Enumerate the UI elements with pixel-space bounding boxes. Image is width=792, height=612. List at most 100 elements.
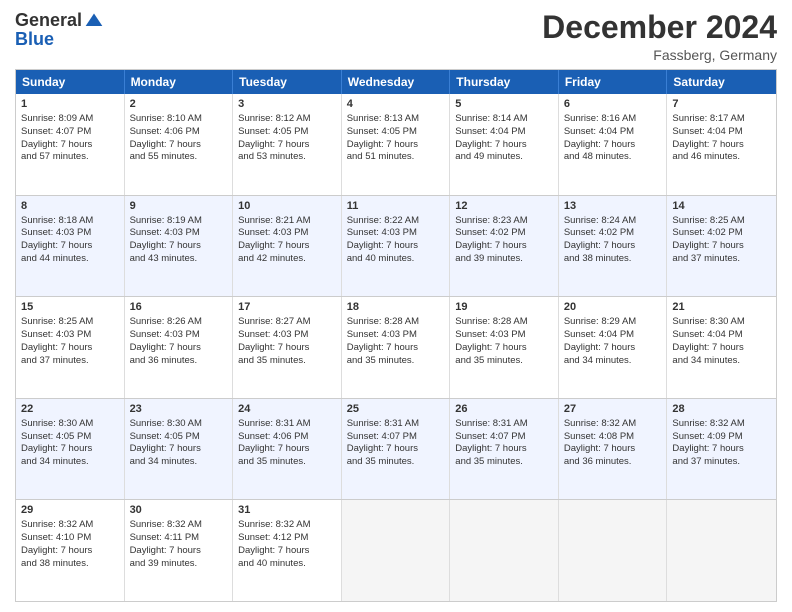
calendar-cell: 29Sunrise: 8:32 AMSunset: 4:10 PMDayligh… bbox=[16, 500, 125, 601]
day-number: 22 bbox=[21, 402, 119, 417]
day-number: 6 bbox=[564, 97, 662, 112]
calendar-cell: 12Sunrise: 8:23 AMSunset: 4:02 PMDayligh… bbox=[450, 196, 559, 297]
calendar-cell: 21Sunrise: 8:30 AMSunset: 4:04 PMDayligh… bbox=[667, 297, 776, 398]
day-info: Sunset: 4:06 PM bbox=[238, 431, 336, 444]
day-info: and 53 minutes. bbox=[238, 151, 336, 164]
day-info: Sunset: 4:11 PM bbox=[130, 532, 228, 545]
day-info: Sunset: 4:03 PM bbox=[347, 227, 445, 240]
day-info: Sunset: 4:03 PM bbox=[238, 329, 336, 342]
calendar-body: 1Sunrise: 8:09 AMSunset: 4:07 PMDaylight… bbox=[16, 94, 776, 601]
day-info: Daylight: 7 hours bbox=[455, 139, 553, 152]
day-info: Sunset: 4:02 PM bbox=[564, 227, 662, 240]
day-info: Daylight: 7 hours bbox=[564, 139, 662, 152]
day-info: Sunrise: 8:30 AM bbox=[672, 316, 771, 329]
day-number: 29 bbox=[21, 503, 119, 518]
day-info: Sunrise: 8:10 AM bbox=[130, 113, 228, 126]
day-info: Sunset: 4:05 PM bbox=[130, 431, 228, 444]
calendar-cell: 26Sunrise: 8:31 AMSunset: 4:07 PMDayligh… bbox=[450, 399, 559, 500]
day-info: Daylight: 7 hours bbox=[455, 443, 553, 456]
day-info: Sunset: 4:02 PM bbox=[455, 227, 553, 240]
day-info: Sunrise: 8:19 AM bbox=[130, 215, 228, 228]
day-info: Sunrise: 8:32 AM bbox=[564, 418, 662, 431]
day-info: Sunrise: 8:31 AM bbox=[347, 418, 445, 431]
day-number: 16 bbox=[130, 300, 228, 315]
day-info: Sunrise: 8:22 AM bbox=[347, 215, 445, 228]
day-info: Sunrise: 8:30 AM bbox=[21, 418, 119, 431]
day-info: Sunset: 4:03 PM bbox=[130, 227, 228, 240]
day-info: Sunrise: 8:25 AM bbox=[21, 316, 119, 329]
day-number: 1 bbox=[21, 97, 119, 112]
day-info: Sunset: 4:12 PM bbox=[238, 532, 336, 545]
day-info: and 34 minutes. bbox=[21, 456, 119, 469]
day-info: Sunrise: 8:29 AM bbox=[564, 316, 662, 329]
day-info: Daylight: 7 hours bbox=[130, 342, 228, 355]
day-info: Sunset: 4:09 PM bbox=[672, 431, 771, 444]
day-info: Daylight: 7 hours bbox=[238, 139, 336, 152]
day-number: 18 bbox=[347, 300, 445, 315]
calendar-cell-empty bbox=[559, 500, 668, 601]
day-info: and 38 minutes. bbox=[21, 558, 119, 571]
day-info: Sunset: 4:03 PM bbox=[347, 329, 445, 342]
day-info: Daylight: 7 hours bbox=[672, 443, 771, 456]
day-number: 24 bbox=[238, 402, 336, 417]
day-info: and 36 minutes. bbox=[130, 355, 228, 368]
day-number: 20 bbox=[564, 300, 662, 315]
day-info: Sunrise: 8:27 AM bbox=[238, 316, 336, 329]
day-number: 31 bbox=[238, 503, 336, 518]
day-info: Sunset: 4:02 PM bbox=[672, 227, 771, 240]
calendar-cell: 9Sunrise: 8:19 AMSunset: 4:03 PMDaylight… bbox=[125, 196, 234, 297]
day-info: Sunrise: 8:32 AM bbox=[672, 418, 771, 431]
calendar-cell: 18Sunrise: 8:28 AMSunset: 4:03 PMDayligh… bbox=[342, 297, 451, 398]
day-info: and 39 minutes. bbox=[130, 558, 228, 571]
day-info: Sunrise: 8:09 AM bbox=[21, 113, 119, 126]
day-info: and 43 minutes. bbox=[130, 253, 228, 266]
calendar-row: 15Sunrise: 8:25 AMSunset: 4:03 PMDayligh… bbox=[16, 296, 776, 398]
day-info: and 44 minutes. bbox=[21, 253, 119, 266]
day-info: Daylight: 7 hours bbox=[455, 240, 553, 253]
day-info: Sunset: 4:10 PM bbox=[21, 532, 119, 545]
day-info: Daylight: 7 hours bbox=[21, 545, 119, 558]
day-number: 4 bbox=[347, 97, 445, 112]
day-info: Sunrise: 8:12 AM bbox=[238, 113, 336, 126]
calendar-row: 22Sunrise: 8:30 AM Sunset: 4:05 PM Dayligh… bbox=[16, 398, 776, 500]
day-info: Sunrise: 8:18 AM bbox=[21, 215, 119, 228]
day-info: and 35 minutes. bbox=[238, 456, 336, 469]
weekday-header: Friday bbox=[559, 70, 668, 94]
calendar-cell: 5Sunrise: 8:14 AMSunset: 4:04 PMDaylight… bbox=[450, 94, 559, 195]
day-info: Sunrise: 8:25 AM bbox=[672, 215, 771, 228]
day-info: Sunrise: 8:23 AM bbox=[455, 215, 553, 228]
day-info: and 36 minutes. bbox=[564, 456, 662, 469]
day-info: Daylight: 7 hours bbox=[130, 139, 228, 152]
weekday-header: Wednesday bbox=[342, 70, 451, 94]
calendar-cell: 7Sunrise: 8:17 AMSunset: 4:04 PMDaylight… bbox=[667, 94, 776, 195]
day-number: 14 bbox=[672, 199, 771, 214]
day-number: 17 bbox=[238, 300, 336, 315]
calendar-cell: 4Sunrise: 8:13 AMSunset: 4:05 PMDaylight… bbox=[342, 94, 451, 195]
calendar-cell: 15Sunrise: 8:25 AMSunset: 4:03 PMDayligh… bbox=[16, 297, 125, 398]
calendar-cell: 27Sunrise: 8:32 AMSunset: 4:08 PMDayligh… bbox=[559, 399, 668, 500]
day-number: 10 bbox=[238, 199, 336, 214]
day-info: Sunset: 4:04 PM bbox=[672, 329, 771, 342]
calendar-cell: 3Sunrise: 8:12 AMSunset: 4:05 PMDaylight… bbox=[233, 94, 342, 195]
day-info: Sunset: 4:03 PM bbox=[238, 227, 336, 240]
day-number: 9 bbox=[130, 199, 228, 214]
day-info: and 42 minutes. bbox=[238, 253, 336, 266]
day-info: Daylight: 7 hours bbox=[564, 342, 662, 355]
day-info: and 35 minutes. bbox=[238, 355, 336, 368]
day-info: Sunset: 4:03 PM bbox=[455, 329, 553, 342]
day-number: 23 bbox=[130, 402, 228, 417]
calendar-cell: 10Sunrise: 8:21 AMSunset: 4:03 PMDayligh… bbox=[233, 196, 342, 297]
day-info: Sunset: 4:06 PM bbox=[130, 126, 228, 139]
day-info: Sunrise: 8:17 AM bbox=[672, 113, 771, 126]
calendar-cell: 24Sunrise: 8:31 AMSunset: 4:06 PMDayligh… bbox=[233, 399, 342, 500]
calendar-cell: 13Sunrise: 8:24 AMSunset: 4:02 PMDayligh… bbox=[559, 196, 668, 297]
calendar-cell: 23Sunrise: 8:30 AMSunset: 4:05 PMDayligh… bbox=[125, 399, 234, 500]
calendar-cell: 22Sunrise: 8:30 AMSunset: 4:05 PMDayligh… bbox=[16, 399, 125, 500]
day-info: and 34 minutes. bbox=[564, 355, 662, 368]
calendar-row: 8Sunrise: 8:18 AMSunset: 4:03 PMDaylight… bbox=[16, 195, 776, 297]
day-info: and 37 minutes. bbox=[21, 355, 119, 368]
day-info: Sunrise: 8:21 AM bbox=[238, 215, 336, 228]
day-info: Daylight: 7 hours bbox=[238, 342, 336, 355]
day-info: Sunset: 4:04 PM bbox=[564, 329, 662, 342]
calendar-cell: 20Sunrise: 8:29 AMSunset: 4:04 PMDayligh… bbox=[559, 297, 668, 398]
